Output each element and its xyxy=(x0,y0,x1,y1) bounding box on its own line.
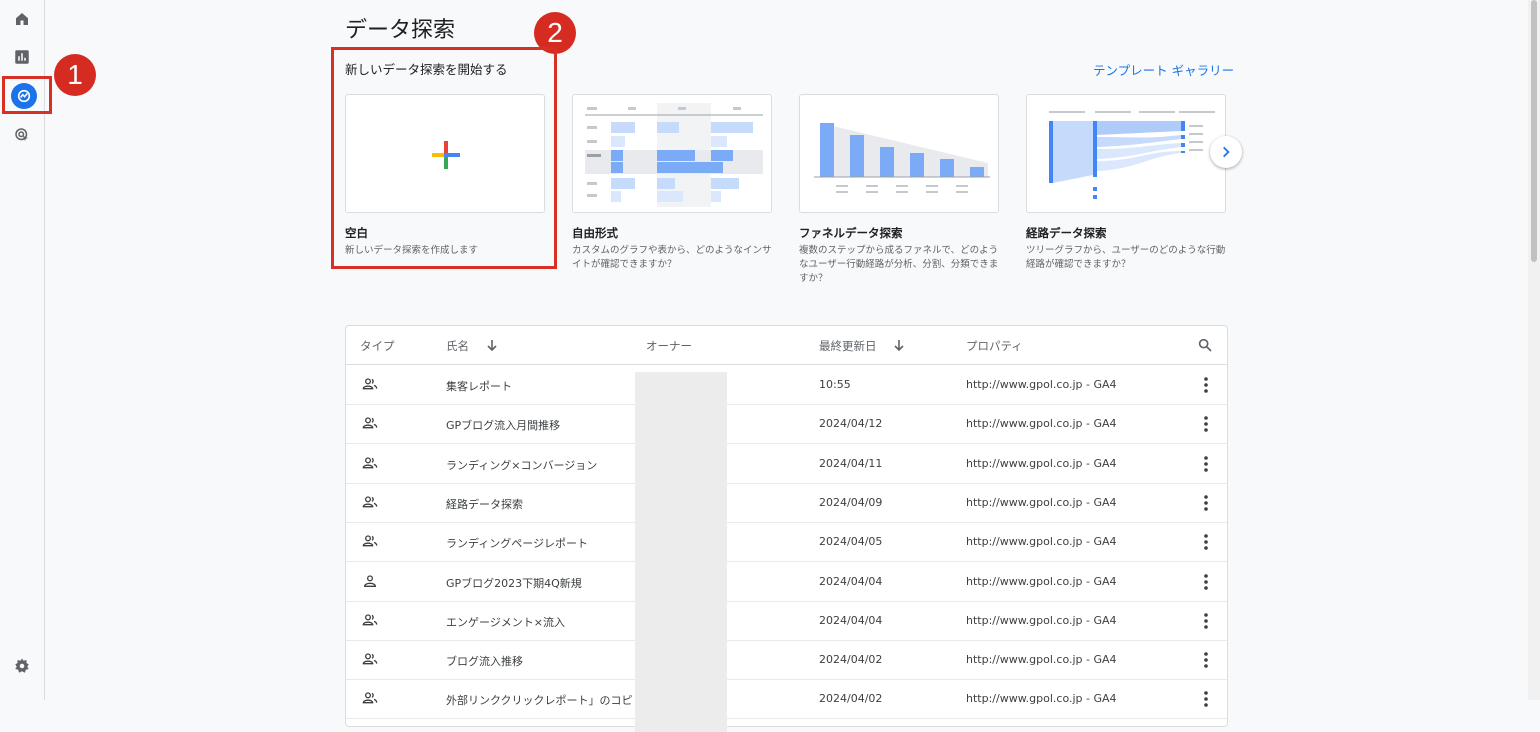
row-property: http://www.gpol.co.jp - GA4 xyxy=(966,417,1117,431)
explorations-table: タイプ 氏名 オーナー 最終更新日 プロパティ 集客レポート 10:55 http:… xyxy=(345,325,1228,732)
row-name[interactable]: 外部リンククリックレポート」のコピ xyxy=(446,692,633,708)
template-description: カスタムのグラフや表から、どのようなインサイトが確認できますか？ xyxy=(572,245,772,270)
shared-people-icon xyxy=(361,455,379,471)
template-title: 経路データ探索 xyxy=(1026,226,1107,240)
more-vert-icon[interactable] xyxy=(1198,376,1214,394)
explore-nav-highlight[interactable] xyxy=(2,76,52,114)
vertical-scrollbar[interactable] xyxy=(1528,0,1540,700)
row-name[interactable]: GPブログ2023下期4Q新規 xyxy=(446,575,582,591)
template-gallery-link[interactable]: テンプレート ギャラリー xyxy=(1093,60,1234,79)
header-updated[interactable]: 最終更新日 xyxy=(819,338,904,354)
chevron-right-icon xyxy=(1223,146,1230,158)
row-updated: 10:55 xyxy=(819,378,851,391)
shared-people-icon xyxy=(361,533,379,549)
row-name[interactable]: エンゲージメント×流入 xyxy=(446,614,565,630)
row-updated: 2024/04/02 xyxy=(819,653,883,667)
row-updated: 2024/04/05 xyxy=(819,535,883,549)
row-name[interactable]: 経路データ探索 xyxy=(446,496,523,512)
row-property: http://www.gpol.co.jp - GA4 xyxy=(966,495,1117,509)
path-thumbnail[interactable] xyxy=(1026,94,1226,213)
table-row[interactable]: 外部リンククリックレポート」のコピ 2024/04/02 http://www.gp… xyxy=(346,679,1227,720)
blank-template-highlight xyxy=(331,47,557,269)
scrollbar-thumb[interactable] xyxy=(1531,0,1537,262)
template-card-path[interactable]: 経路データ探索 ツリーグラフから、ユーザーのどのような行動経路が確認できますか？ xyxy=(1026,94,1226,272)
settings-icon[interactable] xyxy=(8,652,36,680)
shared-people-icon xyxy=(361,494,379,510)
row-property: http://www.gpol.co.jp - GA4 xyxy=(966,456,1117,470)
search-icon[interactable] xyxy=(1197,337,1213,353)
table-row[interactable]: ランディングページレポート 2024/04/05 http://www.gpol.c… xyxy=(346,522,1227,563)
row-updated: 2024/04/02 xyxy=(819,692,883,706)
shared-people-icon xyxy=(361,612,379,628)
row-property: http://www.gpol.co.jp - GA4 xyxy=(966,574,1117,588)
row-name[interactable]: 集客レポート xyxy=(446,378,512,394)
table-header: タイプ 氏名 オーナー 最終更新日 プロパティ xyxy=(346,326,1227,365)
row-property: http://www.gpol.co.jp - GA4 xyxy=(966,378,1117,391)
row-updated: 2024/04/09 xyxy=(819,495,883,509)
row-updated: 2024/04/04 xyxy=(819,574,883,588)
table-row[interactable]: 経路データ探索 2024/04/09 http://www.gpol.co.jp -… xyxy=(346,483,1227,523)
table-row[interactable]: エンゲージメント×流入 2024/04/04 http://www.gpol.co.… xyxy=(346,601,1227,641)
header-updated-label: 最終更新日 xyxy=(819,339,877,353)
row-name[interactable]: ブログ流入推移 xyxy=(446,653,523,669)
more-vert-icon[interactable] xyxy=(1198,573,1214,591)
header-property: プロパティ xyxy=(966,339,1023,353)
home-icon[interactable] xyxy=(8,5,36,33)
sort-arrow-icon xyxy=(894,340,904,352)
header-name-label: 氏名 xyxy=(446,339,469,353)
table-row[interactable]: ランディング×コンバージョン 2024/04/11 http://www.gpol.… xyxy=(346,444,1227,484)
person-icon xyxy=(361,573,379,589)
row-property: http://www.gpol.co.jp - GA4 xyxy=(966,692,1117,706)
template-description: 複数のステップから成るファネルで、どのようなユーザー行動経路が分析、分割、分類で… xyxy=(799,245,999,284)
table-thumbnail[interactable] xyxy=(572,94,772,213)
shared-people-icon xyxy=(361,690,379,706)
header-name[interactable]: 氏名 xyxy=(446,338,497,354)
template-title: 自由形式 xyxy=(572,226,618,240)
sort-arrow-icon xyxy=(487,340,497,352)
owner-redaction xyxy=(635,372,727,732)
funnel-thumbnail[interactable] xyxy=(799,94,999,213)
carousel-next-button[interactable] xyxy=(1210,136,1242,168)
advertising-icon[interactable] xyxy=(8,121,36,149)
row-property: http://www.gpol.co.jp - GA4 xyxy=(966,653,1117,667)
callout-badge-1: 1 xyxy=(54,54,96,96)
shared-people-icon xyxy=(361,415,379,431)
table-row[interactable]: GPブログ2023下期4Q新規 2024/04/04 http://www.gpol… xyxy=(346,562,1227,602)
header-type: タイプ xyxy=(360,339,395,353)
template-card-funnel[interactable]: ファネルデータ探索 複数のステップから成るファネルで、どのようなユーザー行動経路… xyxy=(799,94,999,286)
header-owner: オーナー xyxy=(646,339,692,353)
row-name[interactable]: ランディングページレポート xyxy=(446,535,588,551)
template-description: ツリーグラフから、ユーザーのどのような行動経路が確認できますか？ xyxy=(1026,245,1226,270)
row-updated: 2024/04/04 xyxy=(819,613,883,627)
row-updated: 2024/04/12 xyxy=(819,417,883,431)
table-row[interactable]: ブログ流入推移 2024/04/02 http://www.gpol.co.jp -… xyxy=(346,640,1227,681)
row-name[interactable]: GPブログ流入月間推移 xyxy=(446,417,560,433)
more-vert-icon[interactable] xyxy=(1198,494,1214,512)
row-name[interactable]: ランディング×コンバージョン xyxy=(446,457,597,473)
shared-people-icon xyxy=(361,376,379,392)
page-title: データ探索 xyxy=(345,18,456,43)
explore-icon[interactable] xyxy=(11,83,37,109)
more-vert-icon[interactable] xyxy=(1198,690,1214,708)
template-title: ファネルデータ探索 xyxy=(799,226,903,240)
more-vert-icon[interactable] xyxy=(1198,612,1214,630)
more-vert-icon[interactable] xyxy=(1198,415,1214,433)
row-property: http://www.gpol.co.jp - GA4 xyxy=(966,535,1117,549)
row-property: http://www.gpol.co.jp - GA4 xyxy=(966,613,1117,627)
template-card-freeform[interactable]: 自由形式 カスタムのグラフや表から、どのようなインサイトが確認できますか？ xyxy=(572,94,772,272)
more-vert-icon[interactable] xyxy=(1198,533,1214,551)
reports-icon[interactable] xyxy=(8,43,36,71)
table-row[interactable]: GPブログ流入月間推移 2024/04/12 http://www.gpol.co.… xyxy=(346,404,1227,445)
shared-people-icon xyxy=(361,651,379,667)
more-vert-icon[interactable] xyxy=(1198,455,1214,473)
row-updated: 2024/04/11 xyxy=(819,456,883,470)
more-vert-icon[interactable] xyxy=(1198,651,1214,669)
table-row[interactable]: 集客レポート 10:55 http://www.gpol.co.jp - GA4 xyxy=(346,365,1227,405)
